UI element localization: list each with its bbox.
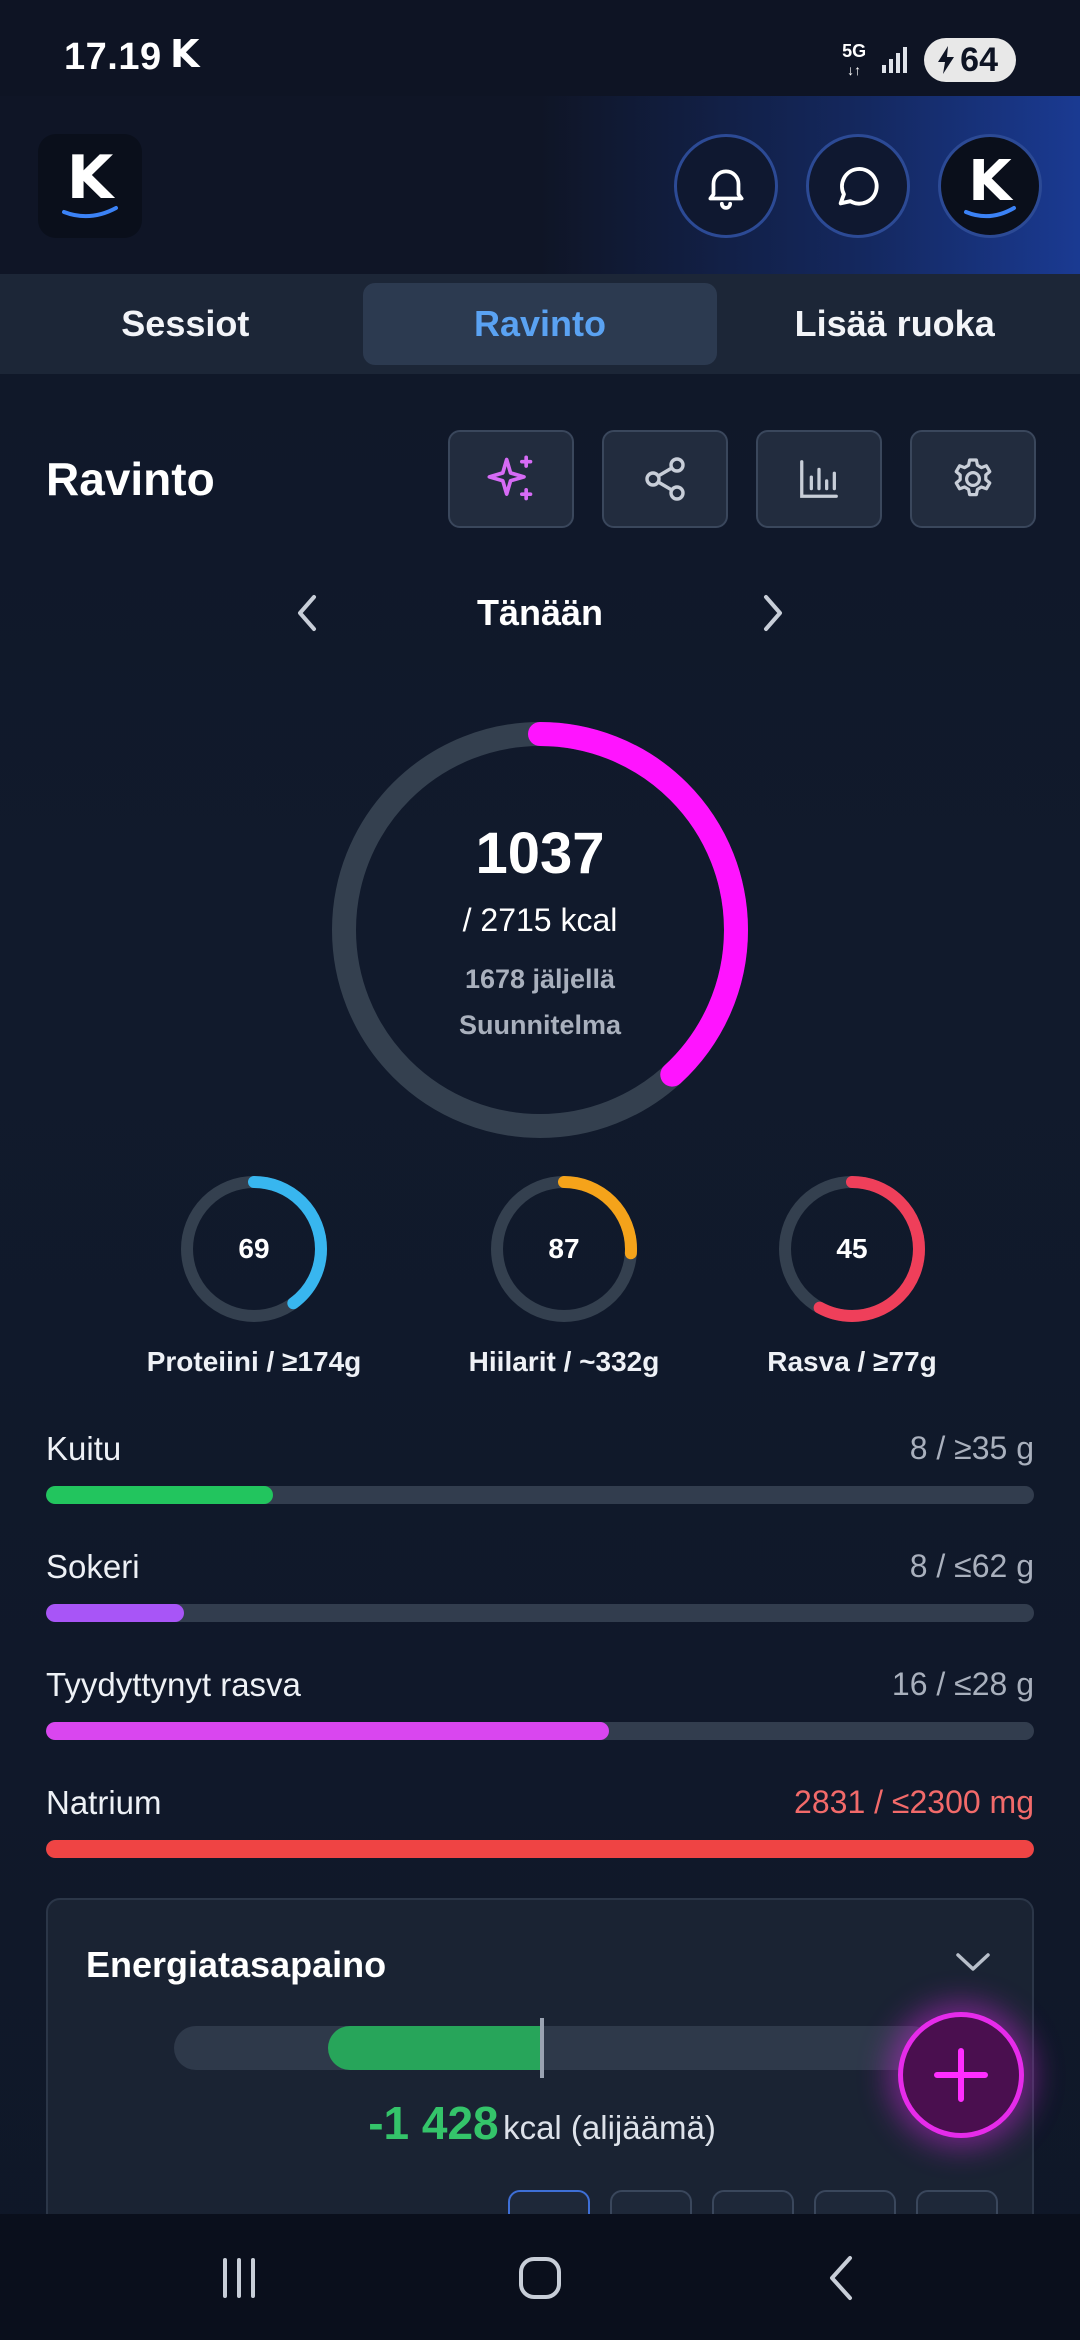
page-title: Ravinto	[46, 453, 215, 505]
system-nav-bar	[0, 2214, 1080, 2340]
nutrient-name: Natrium	[46, 1784, 162, 1821]
bell-icon	[708, 169, 744, 210]
recent-apps-button[interactable]	[204, 2248, 274, 2308]
share-button[interactable]	[602, 430, 728, 528]
calories-remaining: 1678 jäljellä	[464, 964, 616, 994]
back-icon	[830, 2256, 852, 2300]
chevron-down-icon	[956, 1953, 990, 1971]
network-type-icon: 5G ↓↑	[842, 40, 867, 78]
energy-track	[174, 2026, 934, 2070]
collapse-toggle[interactable]	[954, 1950, 992, 1979]
fat-label: Rasva / ≥77g	[767, 1346, 937, 1377]
tab-sessiot[interactable]: Sessiot	[8, 283, 363, 365]
messages-button[interactable]	[806, 134, 910, 238]
charging-icon	[938, 46, 955, 74]
avatar-letter: K	[968, 149, 1014, 214]
plan-label: Suunnitelma	[458, 1010, 621, 1040]
nutrient-fill	[46, 1722, 610, 1740]
settings-icon	[954, 458, 992, 497]
plus-icon	[934, 2048, 988, 2102]
protein-value: 69	[238, 1233, 270, 1264]
previous-day-button[interactable]	[282, 588, 332, 638]
macro-fat: 45 Rasva / ≥77g	[702, 1174, 1002, 1378]
settings-button[interactable]	[910, 430, 1036, 528]
status-bar: 17.19 K 5G ↓↑ 64	[0, 0, 1080, 96]
nutrient-track	[46, 1722, 1034, 1740]
profile-avatar[interactable]: K	[938, 134, 1042, 238]
nutrient-name: Tyydyttynyt rasva	[46, 1666, 301, 1703]
battery-indicator: 64	[924, 38, 1016, 82]
app-logo[interactable]: K	[38, 134, 142, 238]
fat-ring: 45	[777, 1174, 927, 1324]
calories-goal: / 2715 kcal	[462, 902, 618, 938]
nutrient-value: 8 / ≤62 g	[909, 1548, 1034, 1584]
carbs-ring: 87	[489, 1174, 639, 1324]
carbs-label: Hiilarit / ~332g	[468, 1346, 660, 1377]
share-icon	[645, 457, 685, 501]
sparkle-icon	[487, 455, 533, 501]
add-food-fab[interactable]	[898, 2012, 1024, 2138]
app-screen: 17.19 K 5G ↓↑ 64 K K Sessiot Ravinto Lis…	[0, 0, 1080, 2340]
notifications-button[interactable]	[674, 134, 778, 238]
signal-icon	[882, 47, 908, 73]
app-header: K K	[0, 96, 1080, 274]
tab-ravinto[interactable]: Ravinto	[362, 283, 718, 365]
nutrient-track	[46, 1486, 1034, 1504]
energy-zero-marker	[540, 2018, 544, 2078]
macro-protein: 69 Proteiini / ≥174g	[104, 1174, 404, 1378]
fat-value: 45	[836, 1233, 868, 1264]
protein-label: Proteiini / ≥174g	[146, 1346, 362, 1377]
carbs-value: 87	[548, 1233, 580, 1264]
avatar: K	[964, 149, 1016, 219]
logo-k-icon: K	[62, 146, 118, 219]
chat-icon	[838, 167, 879, 206]
stats-button[interactable]	[756, 430, 882, 528]
date-label: Tänään	[476, 592, 604, 633]
chevron-left-icon	[298, 595, 316, 631]
energy-balance-text: -1 428 kcal (alijäämä)	[48, 2096, 1036, 2150]
ai-button[interactable]	[448, 430, 574, 528]
bar-chart-icon	[800, 460, 838, 498]
nutrient-track	[46, 1840, 1034, 1858]
tab-lisaa-ruoka[interactable]: Lisää ruoka	[717, 283, 1072, 365]
calories-consumed: 1037	[475, 821, 605, 886]
energy-title: Energiatasapaino	[86, 1944, 387, 1985]
home-icon	[519, 2257, 561, 2299]
nutrient-name: Sokeri	[46, 1548, 140, 1585]
nutrient-value: 2831 / ≤2300 mg	[794, 1784, 1034, 1820]
home-button[interactable]	[505, 2248, 575, 2308]
nutrient-value: 8 / ≥35 g	[909, 1430, 1034, 1466]
nutrient-track	[46, 1604, 1034, 1622]
nutrient-fill	[46, 1486, 274, 1504]
energy-value: -1 428	[368, 2097, 499, 2149]
logo-letter: K	[67, 146, 116, 213]
main-tabs: Sessiot Ravinto Lisää ruoka	[0, 274, 1080, 374]
chevron-right-icon	[764, 595, 782, 631]
protein-ring: 69	[179, 1174, 329, 1324]
nutrient-value: 16 / ≤28 g	[891, 1666, 1034, 1702]
recent-apps-icon	[223, 2258, 255, 2298]
nutrient-name: Kuitu	[46, 1430, 122, 1467]
nutrient-fill	[46, 1840, 1034, 1858]
status-icons: 5G ↓↑ 64	[842, 38, 1016, 82]
app-notification-icon: K	[170, 32, 200, 76]
status-time: 17.19	[64, 36, 162, 78]
energy-unit: kcal (alijäämä)	[503, 2109, 716, 2146]
macro-carbs: 87 Hiilarit / ~332g	[414, 1174, 714, 1378]
energy-deficit-fill	[328, 2026, 542, 2070]
back-button[interactable]	[806, 2248, 876, 2308]
nutrient-fill	[46, 1604, 185, 1622]
next-day-button[interactable]	[748, 588, 798, 638]
